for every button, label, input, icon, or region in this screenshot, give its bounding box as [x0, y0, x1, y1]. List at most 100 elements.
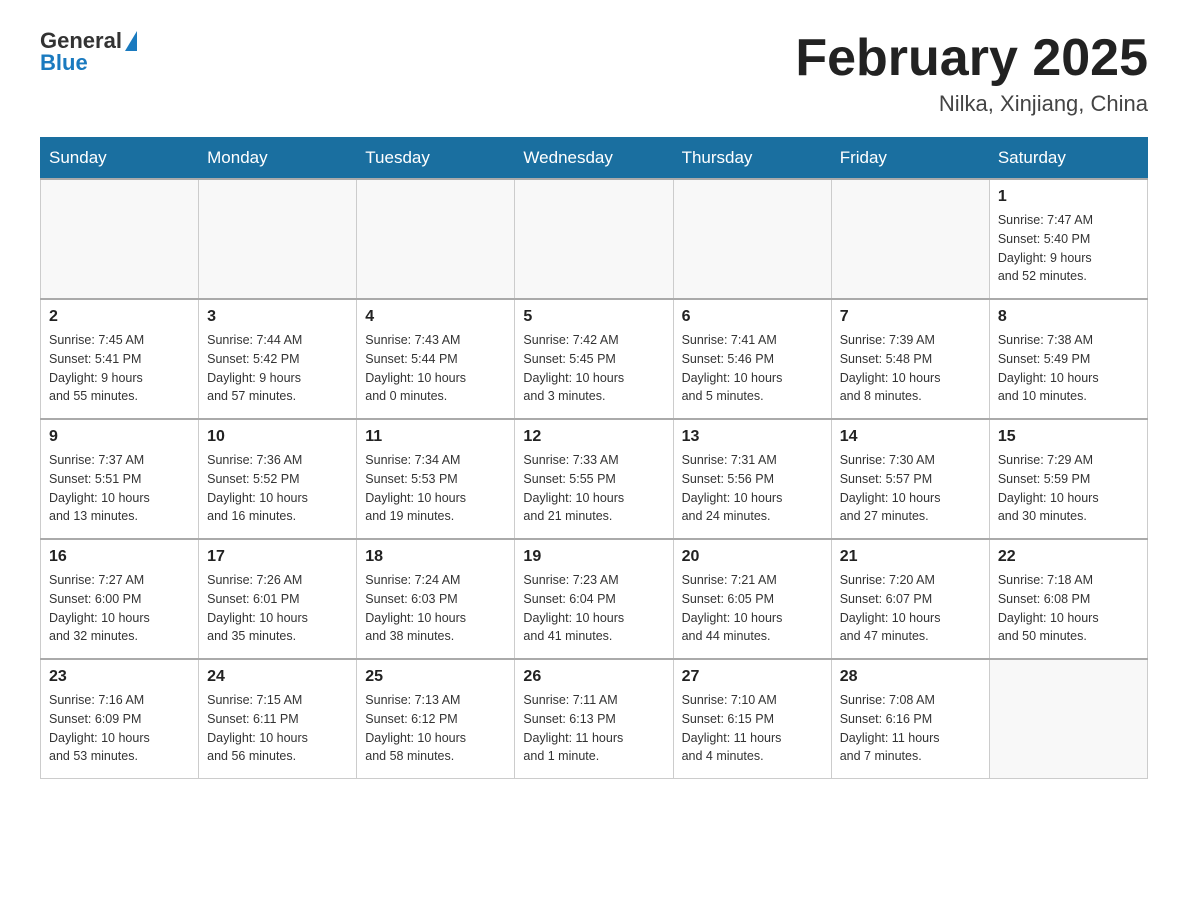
weekday-header-sunday: Sunday	[41, 138, 199, 180]
calendar-day-cell: 13 Sunrise: 7:31 AM Sunset: 5:56 PM Dayli…	[673, 419, 831, 539]
day-info: Sunrise: 7:43 AM Sunset: 5:44 PM Dayligh…	[365, 331, 506, 406]
day-info: Sunrise: 7:34 AM Sunset: 5:53 PM Dayligh…	[365, 451, 506, 526]
calendar-week-row: 16Sunrise: 7:27 AM Sunset: 6:00 PM Dayli…	[41, 539, 1148, 659]
weekday-header-saturday: Saturday	[989, 138, 1147, 180]
day-number: 1	[998, 188, 1139, 206]
weekday-header-monday: Monday	[199, 138, 357, 180]
day-number: 18	[365, 548, 506, 566]
day-info: Sunrise: 7:47 AM Sunset: 5:40 PM Dayligh…	[998, 211, 1139, 286]
day-number: 12	[523, 428, 664, 446]
calendar-week-row: 9 Sunrise: 7:37 AM Sunset: 5:51 PM Daylig…	[41, 419, 1148, 539]
logo: General Blue	[40, 30, 137, 74]
logo-general-text: General	[40, 30, 122, 52]
day-number: 8	[998, 308, 1139, 326]
weekday-header-friday: Friday	[831, 138, 989, 180]
day-info: Sunrise: 7:11 AM Sunset: 6:13 PM Dayligh…	[523, 691, 664, 766]
day-number: 10	[207, 428, 348, 446]
day-info: Sunrise: 7:31 AM Sunset: 5:56 PM Dayligh…	[682, 451, 823, 526]
calendar-day-cell: 22Sunrise: 7:18 AM Sunset: 6:08 PM Dayli…	[989, 539, 1147, 659]
calendar-day-cell	[515, 179, 673, 299]
calendar-day-cell: 6Sunrise: 7:41 AM Sunset: 5:46 PM Daylig…	[673, 299, 831, 419]
page-header: General Blue February 2025 Nilka, Xinjia…	[40, 30, 1148, 117]
day-info: Sunrise: 7:36 AM Sunset: 5:52 PM Dayligh…	[207, 451, 348, 526]
day-info: Sunrise: 7:33 AM Sunset: 5:55 PM Dayligh…	[523, 451, 664, 526]
calendar-day-cell: 1 Sunrise: 7:47 AM Sunset: 5:40 PM Daylig…	[989, 179, 1147, 299]
day-number: 14	[840, 428, 981, 446]
weekday-header-thursday: Thursday	[673, 138, 831, 180]
day-number: 9	[49, 428, 190, 446]
day-number: 7	[840, 308, 981, 326]
calendar-day-cell	[831, 179, 989, 299]
day-info: Sunrise: 7:24 AM Sunset: 6:03 PM Dayligh…	[365, 571, 506, 646]
calendar-day-cell: 27 Sunrise: 7:10 AM Sunset: 6:15 PM Dayli…	[673, 659, 831, 779]
month-title: February 2025	[795, 30, 1148, 87]
day-number: 26	[523, 668, 664, 686]
day-number: 16	[49, 548, 190, 566]
calendar-day-cell	[357, 179, 515, 299]
calendar-day-cell	[41, 179, 199, 299]
calendar-day-cell: 3Sunrise: 7:44 AM Sunset: 5:42 PM Daylig…	[199, 299, 357, 419]
title-block: February 2025 Nilka, Xinjiang, China	[795, 30, 1148, 117]
day-number: 15	[998, 428, 1139, 446]
calendar-day-cell: 17Sunrise: 7:26 AM Sunset: 6:01 PM Dayli…	[199, 539, 357, 659]
calendar-week-row: 1 Sunrise: 7:47 AM Sunset: 5:40 PM Daylig…	[41, 179, 1148, 299]
calendar-day-cell: 23 Sunrise: 7:16 AM Sunset: 6:09 PM Dayli…	[41, 659, 199, 779]
calendar-day-cell: 14 Sunrise: 7:30 AM Sunset: 5:57 PM Dayli…	[831, 419, 989, 539]
calendar-day-cell: 26 Sunrise: 7:11 AM Sunset: 6:13 PM Dayli…	[515, 659, 673, 779]
calendar-week-row: 23 Sunrise: 7:16 AM Sunset: 6:09 PM Dayli…	[41, 659, 1148, 779]
day-number: 25	[365, 668, 506, 686]
day-number: 2	[49, 308, 190, 326]
day-number: 23	[49, 668, 190, 686]
calendar-day-cell: 9 Sunrise: 7:37 AM Sunset: 5:51 PM Daylig…	[41, 419, 199, 539]
calendar-header-row: SundayMondayTuesdayWednesdayThursdayFrid…	[41, 138, 1148, 180]
calendar-day-cell: 5Sunrise: 7:42 AM Sunset: 5:45 PM Daylig…	[515, 299, 673, 419]
calendar-day-cell: 12 Sunrise: 7:33 AM Sunset: 5:55 PM Dayli…	[515, 419, 673, 539]
day-number: 20	[682, 548, 823, 566]
calendar-day-cell	[989, 659, 1147, 779]
location-text: Nilka, Xinjiang, China	[795, 91, 1148, 117]
day-info: Sunrise: 7:38 AM Sunset: 5:49 PM Dayligh…	[998, 331, 1139, 406]
calendar-day-cell: 21 Sunrise: 7:20 AM Sunset: 6:07 PM Dayli…	[831, 539, 989, 659]
day-info: Sunrise: 7:20 AM Sunset: 6:07 PM Dayligh…	[840, 571, 981, 646]
calendar-week-row: 2 Sunrise: 7:45 AM Sunset: 5:41 PM Daylig…	[41, 299, 1148, 419]
calendar-day-cell: 28 Sunrise: 7:08 AM Sunset: 6:16 PM Dayli…	[831, 659, 989, 779]
day-info: Sunrise: 7:42 AM Sunset: 5:45 PM Dayligh…	[523, 331, 664, 406]
calendar-day-cell: 4 Sunrise: 7:43 AM Sunset: 5:44 PM Daylig…	[357, 299, 515, 419]
calendar-day-cell: 20Sunrise: 7:21 AM Sunset: 6:05 PM Dayli…	[673, 539, 831, 659]
day-number: 21	[840, 548, 981, 566]
calendar-table: SundayMondayTuesdayWednesdayThursdayFrid…	[40, 137, 1148, 779]
day-info: Sunrise: 7:29 AM Sunset: 5:59 PM Dayligh…	[998, 451, 1139, 526]
day-number: 27	[682, 668, 823, 686]
calendar-day-cell: 18 Sunrise: 7:24 AM Sunset: 6:03 PM Dayli…	[357, 539, 515, 659]
logo-blue-text: Blue	[40, 52, 88, 74]
calendar-day-cell	[673, 179, 831, 299]
calendar-day-cell: 19 Sunrise: 7:23 AM Sunset: 6:04 PM Dayli…	[515, 539, 673, 659]
calendar-day-cell: 2 Sunrise: 7:45 AM Sunset: 5:41 PM Daylig…	[41, 299, 199, 419]
day-info: Sunrise: 7:15 AM Sunset: 6:11 PM Dayligh…	[207, 691, 348, 766]
calendar-day-cell: 16Sunrise: 7:27 AM Sunset: 6:00 PM Dayli…	[41, 539, 199, 659]
day-number: 28	[840, 668, 981, 686]
day-number: 3	[207, 308, 348, 326]
day-number: 24	[207, 668, 348, 686]
calendar-day-cell: 15 Sunrise: 7:29 AM Sunset: 5:59 PM Dayli…	[989, 419, 1147, 539]
day-info: Sunrise: 7:37 AM Sunset: 5:51 PM Dayligh…	[49, 451, 190, 526]
day-info: Sunrise: 7:23 AM Sunset: 6:04 PM Dayligh…	[523, 571, 664, 646]
calendar-day-cell: 10 Sunrise: 7:36 AM Sunset: 5:52 PM Dayli…	[199, 419, 357, 539]
day-info: Sunrise: 7:08 AM Sunset: 6:16 PM Dayligh…	[840, 691, 981, 766]
day-number: 11	[365, 428, 506, 446]
calendar-day-cell	[199, 179, 357, 299]
day-info: Sunrise: 7:45 AM Sunset: 5:41 PM Dayligh…	[49, 331, 190, 406]
day-info: Sunrise: 7:39 AM Sunset: 5:48 PM Dayligh…	[840, 331, 981, 406]
day-number: 13	[682, 428, 823, 446]
day-info: Sunrise: 7:30 AM Sunset: 5:57 PM Dayligh…	[840, 451, 981, 526]
day-info: Sunrise: 7:16 AM Sunset: 6:09 PM Dayligh…	[49, 691, 190, 766]
calendar-day-cell: 24 Sunrise: 7:15 AM Sunset: 6:11 PM Dayli…	[199, 659, 357, 779]
day-number: 22	[998, 548, 1139, 566]
weekday-header-wednesday: Wednesday	[515, 138, 673, 180]
day-number: 4	[365, 308, 506, 326]
day-info: Sunrise: 7:10 AM Sunset: 6:15 PM Dayligh…	[682, 691, 823, 766]
day-number: 19	[523, 548, 664, 566]
day-number: 6	[682, 308, 823, 326]
logo-triangle-icon	[125, 31, 137, 51]
calendar-day-cell: 25Sunrise: 7:13 AM Sunset: 6:12 PM Dayli…	[357, 659, 515, 779]
